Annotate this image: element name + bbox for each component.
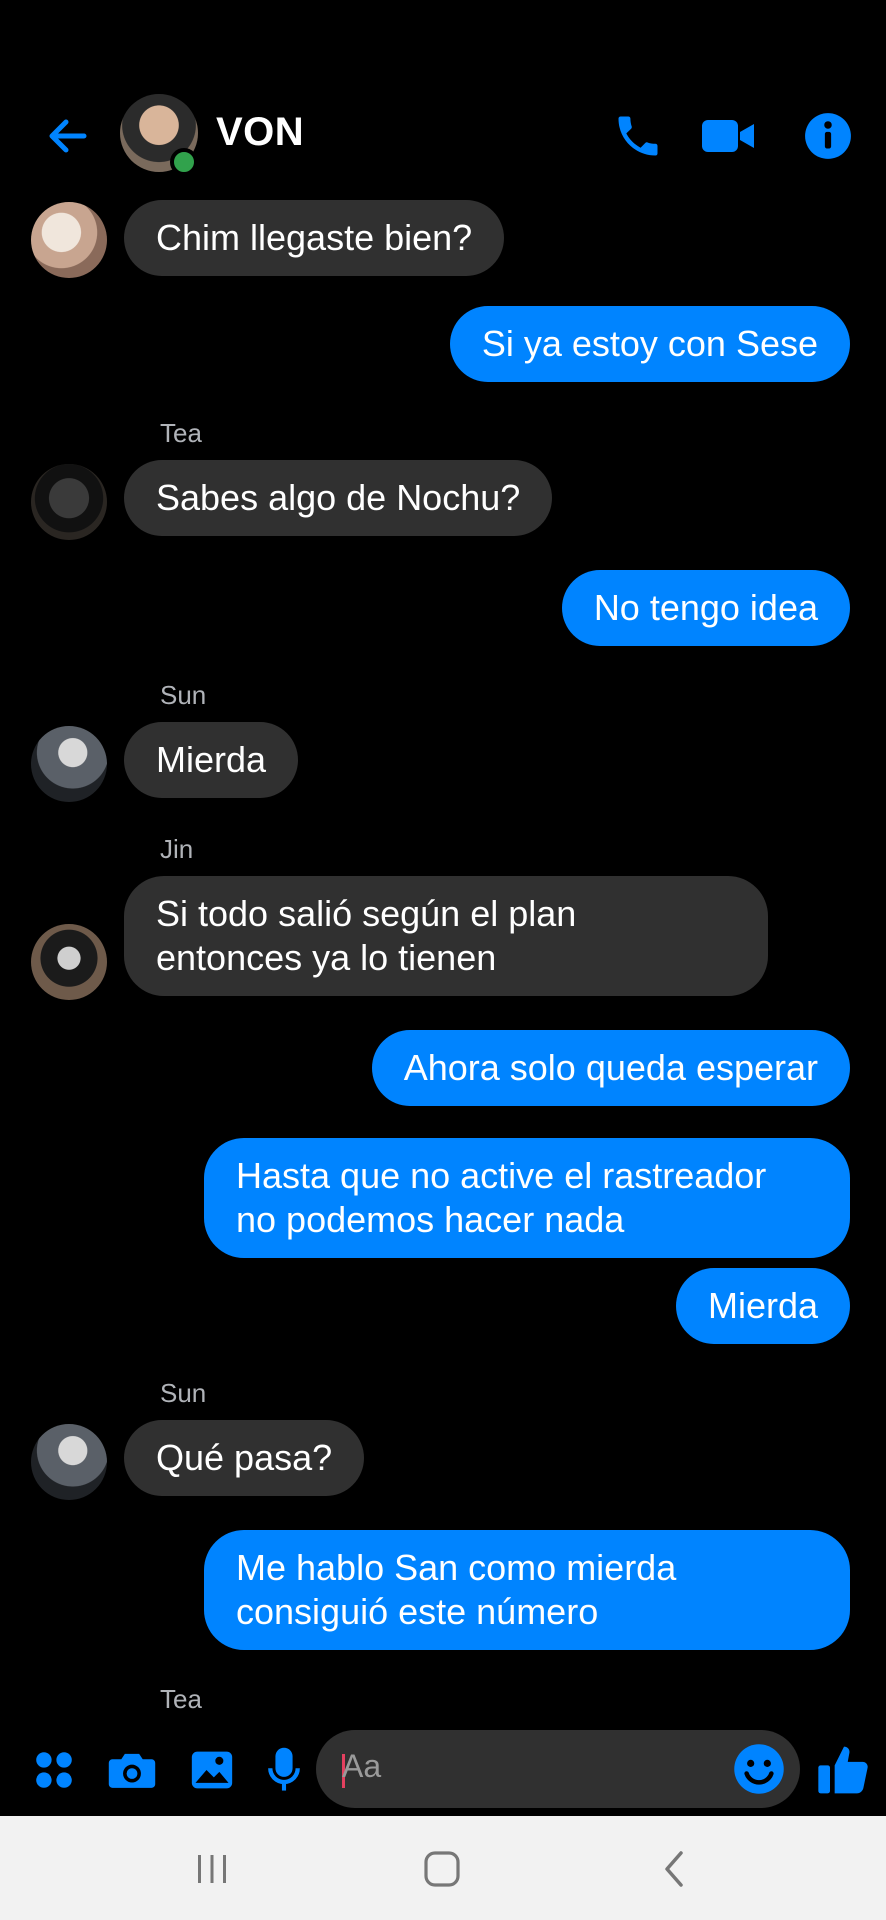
sender-avatar[interactable] <box>31 1424 107 1500</box>
smiley-icon[interactable] <box>732 1742 786 1796</box>
outgoing-message[interactable]: Si ya estoy con Sese <box>449 306 850 382</box>
outgoing-message[interactable]: Me hablo San como mierda consiguió este … <box>204 1530 850 1650</box>
composer-bar: Aa <box>0 1720 886 1816</box>
message-input-placeholder: Aa <box>342 1748 382 1784</box>
back-chevron-icon <box>665 1851 683 1887</box>
system-back-button[interactable] <box>644 1844 704 1894</box>
home-icon <box>424 1851 460 1887</box>
message-input[interactable]: Aa <box>316 1730 800 1808</box>
sender-name: Jin <box>160 834 194 864</box>
sender-avatar[interactable] <box>31 726 107 802</box>
outgoing-message[interactable]: Mierda <box>675 1268 850 1344</box>
info-icon <box>805 113 851 159</box>
microphone-icon <box>268 1747 300 1791</box>
back-button[interactable] <box>40 108 96 164</box>
conversation-header: VON <box>0 90 886 180</box>
sender-avatar[interactable] <box>31 202 107 278</box>
image-icon <box>191 1751 233 1789</box>
outgoing-message[interactable]: Ahora solo queda esperar <box>371 1030 850 1106</box>
system-navigation-bar <box>0 1816 886 1920</box>
incoming-message[interactable]: Chim llegaste bien? <box>124 200 505 276</box>
sender-name: Tea <box>160 1684 202 1714</box>
outgoing-message[interactable]: Hasta que no active el rastreador no pod… <box>204 1138 850 1258</box>
incoming-message[interactable]: Sabes algo de Nochu? <box>124 460 553 536</box>
camera-icon <box>108 1753 156 1788</box>
contact-name[interactable]: VON <box>216 110 304 155</box>
incoming-message[interactable]: Si todo salió según el plan entonces ya … <box>124 876 768 996</box>
sender-name: Sun <box>160 1378 207 1408</box>
apps-grid-icon <box>36 1752 72 1788</box>
camera-button[interactable] <box>106 1744 158 1796</box>
outgoing-message[interactable]: No tengo idea <box>561 570 850 646</box>
info-button[interactable] <box>800 108 856 164</box>
arrow-left-icon <box>49 119 87 153</box>
sender-avatar[interactable] <box>31 924 107 1000</box>
call-button[interactable] <box>610 108 666 164</box>
video-camera-icon <box>702 120 754 152</box>
incoming-message[interactable]: Mierda <box>124 722 299 798</box>
sender-avatar[interactable] <box>31 464 107 540</box>
video-call-button[interactable] <box>700 108 756 164</box>
more-actions-button[interactable] <box>28 1744 80 1796</box>
thumbs-up-icon <box>818 1746 868 1794</box>
home-button[interactable] <box>412 1844 472 1894</box>
online-status-dot <box>170 148 198 176</box>
recents-icon <box>198 1855 226 1883</box>
gallery-button[interactable] <box>186 1744 238 1796</box>
incoming-message[interactable]: Qué pasa? <box>124 1420 365 1496</box>
like-button[interactable] <box>814 1740 874 1800</box>
phone-icon <box>618 116 658 156</box>
sender-name: Tea <box>160 418 202 448</box>
sender-name: Sun <box>160 680 207 710</box>
recents-button[interactable] <box>182 1844 242 1894</box>
voice-button[interactable] <box>258 1744 310 1796</box>
